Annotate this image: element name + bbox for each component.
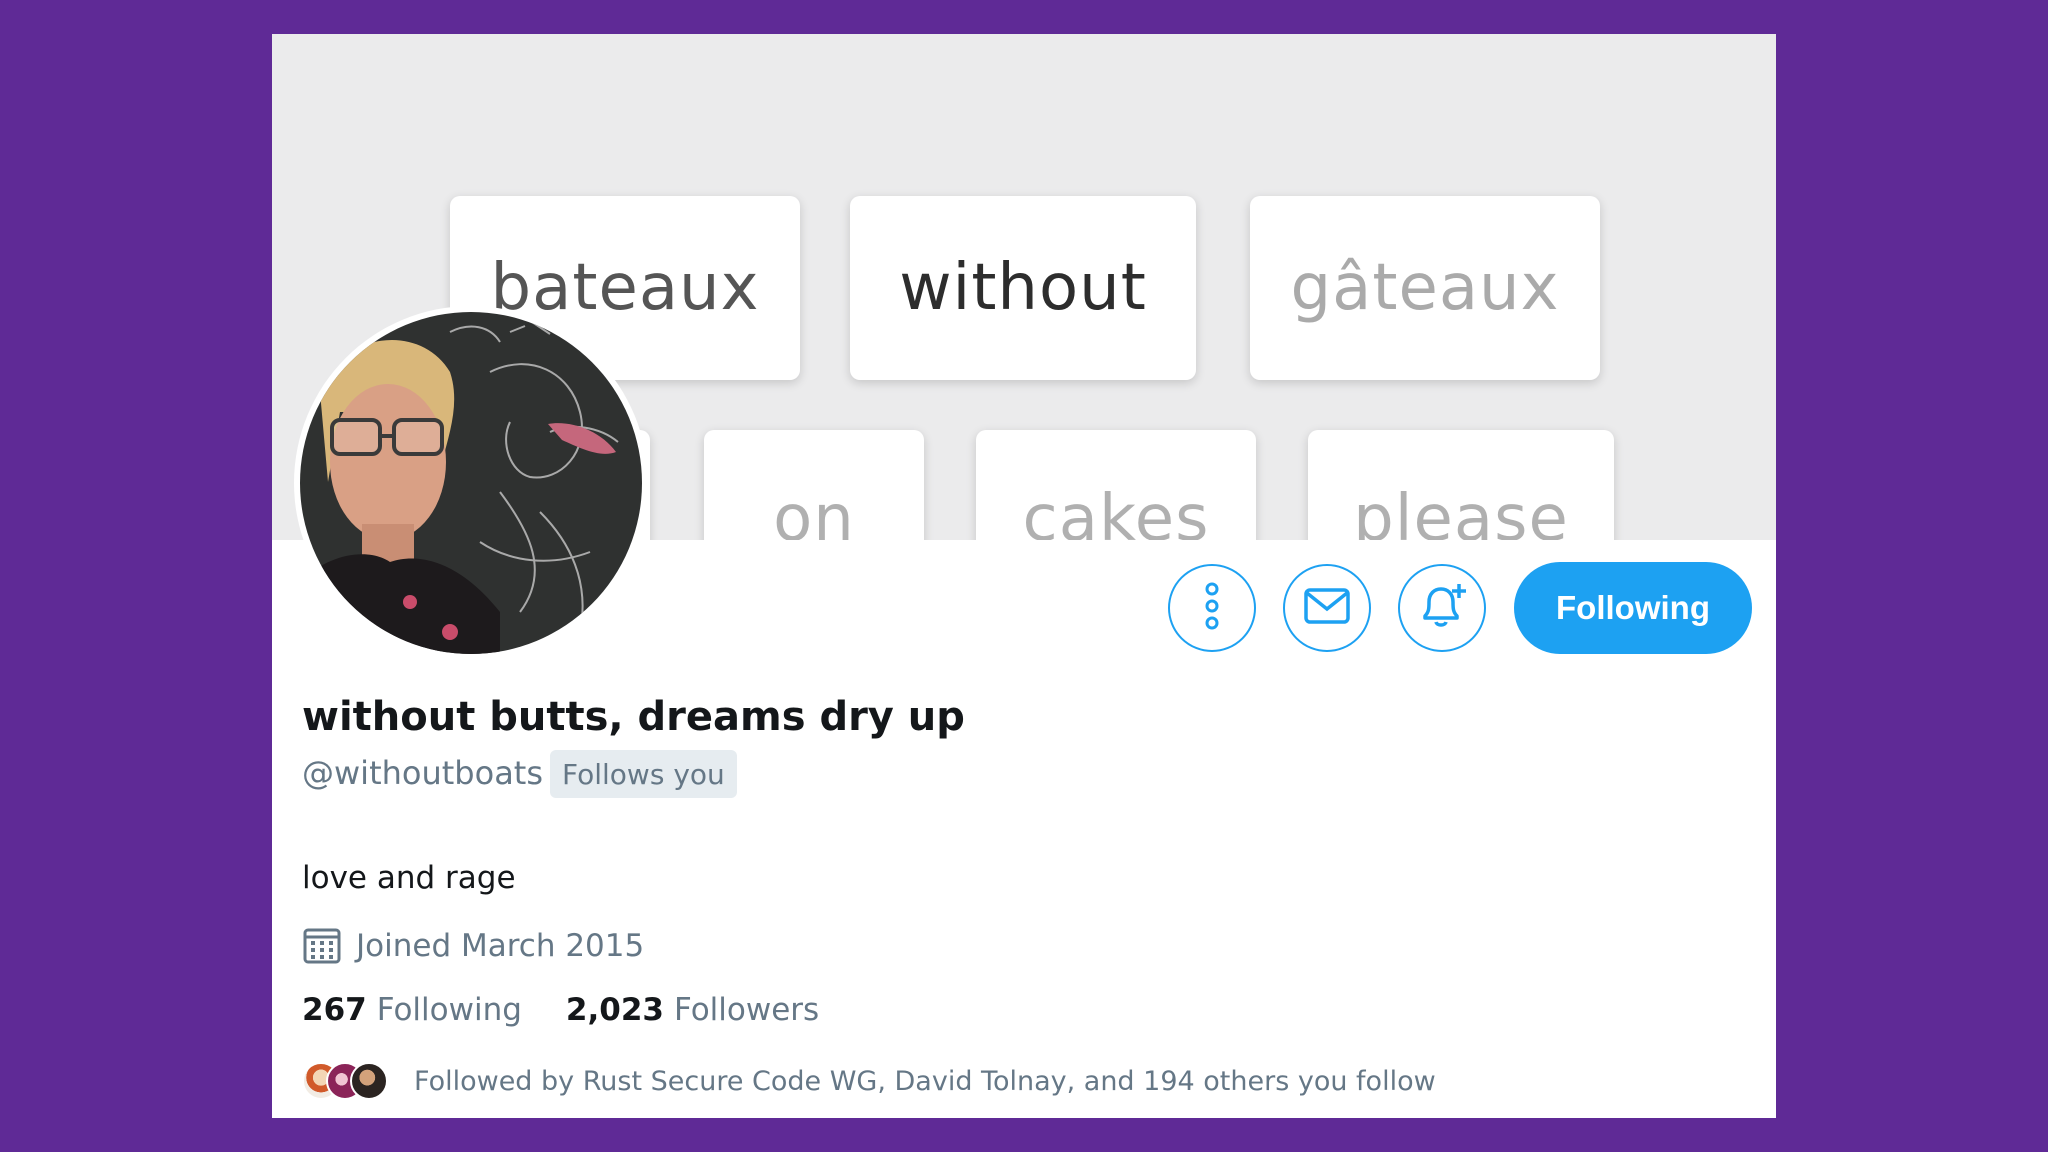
following-button[interactable]: Following <box>1514 562 1752 654</box>
follow-stats: 267 Following 2,023 Followers <box>302 992 863 1028</box>
joined-date: Joined March 2015 <box>356 928 645 964</box>
more-vertical-icon <box>1202 581 1222 635</box>
calendar-icon <box>302 926 342 966</box>
banner-tile: on <box>704 430 924 540</box>
followers-you-know[interactable]: Followed by Rust Secure Code WG, David T… <box>302 1058 1436 1104</box>
avatar-photo <box>300 312 642 654</box>
bell-plus-icon <box>1417 582 1467 634</box>
follows-you-badge: Follows you <box>550 750 737 798</box>
following-stat[interactable]: 267 Following <box>302 992 522 1028</box>
banner-tile: without <box>850 196 1196 380</box>
banner-tile-text: bateaux <box>490 251 760 325</box>
avatar <box>350 1062 388 1100</box>
following-label: Following <box>376 992 522 1028</box>
followers-stat[interactable]: 2,023 Followers <box>566 992 819 1028</box>
more-options-button[interactable] <box>1168 564 1256 652</box>
banner-tile-text: without <box>899 251 1147 325</box>
banner-tile: please <box>1308 430 1614 540</box>
profile-avatar[interactable] <box>294 306 648 660</box>
banner-tile-text: cakes <box>1022 482 1210 540</box>
bio: love and rage <box>302 860 516 896</box>
display-name: without butts, dreams dry up <box>302 694 965 740</box>
handle[interactable]: @withoutboats <box>302 754 543 792</box>
message-button[interactable] <box>1283 564 1371 652</box>
banner-tile: gâteaux <box>1250 196 1600 380</box>
joined-row: Joined March 2015 <box>302 924 644 968</box>
followed-by-text: Followed by Rust Secure Code WG, David T… <box>414 1065 1436 1097</box>
followers-label: Followers <box>673 992 820 1028</box>
envelope-icon <box>1304 588 1350 628</box>
banner-tile-text: on <box>773 482 855 540</box>
notifications-button[interactable] <box>1398 564 1486 652</box>
mutual-avatars <box>302 1058 390 1104</box>
profile-card: bateaux without gâteaux on cakes please <box>272 34 1776 1118</box>
banner-tile-text: please <box>1353 482 1569 540</box>
banner-tile: cakes <box>976 430 1256 540</box>
following-count: 267 <box>302 992 367 1028</box>
banner-tile-text: gâteaux <box>1290 251 1560 325</box>
followers-count: 2,023 <box>565 992 664 1028</box>
